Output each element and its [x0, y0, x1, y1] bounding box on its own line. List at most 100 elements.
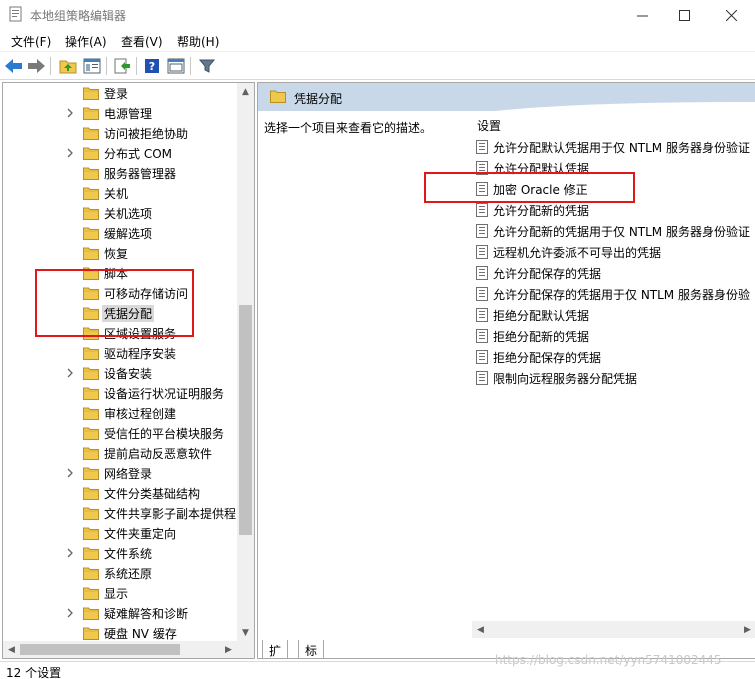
setting-item[interactable]: 限制向远程服务器分配凭据: [476, 367, 755, 388]
tree-item[interactable]: 设备安装: [3, 363, 237, 383]
tree-item-label: 缓解选项: [104, 227, 153, 241]
scrollbar-thumb[interactable]: [20, 644, 180, 655]
tree-item-label: 提前启动反恶意软件: [104, 447, 213, 461]
tree-item[interactable]: 登录: [3, 83, 237, 103]
tree-item[interactable]: 电源管理: [3, 103, 237, 123]
scrollbar-thumb[interactable]: [239, 305, 252, 535]
back-icon: [5, 59, 22, 73]
tree-item[interactable]: 文件系统: [3, 543, 237, 563]
tree-item[interactable]: 系统还原: [3, 563, 237, 583]
close-button[interactable]: [709, 0, 754, 30]
folder-icon: [83, 627, 99, 640]
policy-setting-icon: [476, 245, 488, 259]
tree-item[interactable]: 提前启动反恶意软件: [3, 443, 237, 463]
tree-item[interactable]: 文件分类基础结构: [3, 483, 237, 503]
menu-action[interactable]: 操作(A): [65, 33, 107, 50]
tree-item-label: 恢复: [104, 247, 129, 261]
back-button[interactable]: [4, 56, 24, 76]
settings-column-header[interactable]: 设置: [477, 117, 501, 134]
details-title: 凭据分配: [294, 92, 343, 106]
scroll-left-icon[interactable]: ◀: [3, 641, 20, 658]
minimize-button[interactable]: [620, 0, 665, 30]
tree-item[interactable]: 驱动程序安装: [3, 343, 237, 363]
tree-item[interactable]: 服务器管理器: [3, 163, 237, 183]
help-icon: ?: [145, 59, 159, 73]
folder-icon: [83, 387, 99, 400]
chevron-right-icon[interactable]: [65, 547, 75, 559]
tree-item[interactable]: 网络登录: [3, 463, 237, 483]
setting-item[interactable]: 允许分配保存的凭据用于仅 NTLM 服务器身份验: [476, 283, 755, 304]
show-hide-tree-button[interactable]: [82, 56, 102, 76]
setting-label: 远程机允许委派不可导出的凭据: [493, 246, 662, 260]
tree-item-label: 分布式 COM: [104, 147, 172, 161]
folder-icon: [83, 107, 99, 120]
tab-extended[interactable]: 扩展: [262, 640, 289, 675]
tree-item[interactable]: 缓解选项: [3, 223, 237, 243]
scroll-right-icon[interactable]: ▶: [220, 641, 237, 658]
scroll-up-icon[interactable]: ▲: [237, 83, 254, 100]
chevron-right-icon[interactable]: [65, 607, 75, 619]
policy-setting-icon: [476, 329, 488, 343]
tree-pane[interactable]: 登录 电源管理 访问被拒绝协助 分布式 COM 服务器管理器 关机 关机选项 缓解选项 恢复 脚本…: [2, 82, 255, 659]
maximize-button[interactable]: [662, 0, 707, 30]
setting-item[interactable]: 远程机允许委派不可导出的凭据: [476, 241, 755, 262]
settings-horizontal-scrollbar[interactable]: ◀ ▶: [472, 621, 755, 638]
scroll-down-icon[interactable]: ▼: [237, 624, 254, 641]
setting-label: 拒绝分配保存的凭据: [493, 351, 602, 365]
menu-help[interactable]: 帮助(H): [177, 33, 219, 50]
help-button[interactable]: ?: [142, 56, 162, 76]
tree-vertical-scrollbar[interactable]: ▲ ▼: [237, 83, 254, 641]
chevron-right-icon[interactable]: [65, 467, 75, 479]
tree-horizontal-scrollbar[interactable]: ◀ ▶: [3, 641, 237, 658]
tree-item-label: 关机选项: [104, 207, 153, 221]
menu-file[interactable]: 文件(F): [11, 33, 51, 50]
folder-icon: [83, 607, 99, 620]
tree-item-label: 受信任的平台模块服务: [104, 427, 225, 441]
setting-item[interactable]: 允许分配默认凭据用于仅 NTLM 服务器身份验证: [476, 136, 755, 157]
minimize-icon: [637, 15, 648, 16]
scroll-left-icon[interactable]: ◀: [472, 621, 489, 638]
setting-item[interactable]: 拒绝分配保存的凭据: [476, 346, 755, 367]
tab-standard[interactable]: 标准: [298, 640, 325, 675]
setting-item[interactable]: 允许分配新的凭据用于仅 NTLM 服务器身份验证: [476, 220, 755, 241]
export-list-icon: [114, 58, 130, 74]
tree-item-label: 网络登录: [104, 467, 153, 481]
forward-button[interactable]: [26, 56, 46, 76]
setting-item[interactable]: 允许分配保存的凭据: [476, 262, 755, 283]
up-folder-button[interactable]: [58, 56, 78, 76]
properties-button[interactable]: [166, 56, 186, 76]
tree-item[interactable]: 显示: [3, 583, 237, 603]
tree-item[interactable]: 设备运行状况证明服务: [3, 383, 237, 403]
tree-item[interactable]: 关机选项: [3, 203, 237, 223]
description-text: 选择一个项目来查看它的描述。: [264, 121, 433, 135]
menu-view[interactable]: 查看(V): [121, 33, 163, 50]
chevron-right-icon[interactable]: [65, 107, 75, 119]
policy-setting-icon: [476, 224, 488, 238]
setting-item[interactable]: 拒绝分配默认凭据: [476, 304, 755, 325]
tree-item[interactable]: 文件夹重定向: [3, 523, 237, 543]
tree-item-label: 服务器管理器: [104, 167, 177, 181]
show-hide-tree-icon: [83, 58, 101, 74]
tree-item[interactable]: 硬盘 NV 缓存: [3, 623, 237, 643]
tree-item-label: 显示: [104, 587, 129, 601]
export-list-button[interactable]: [112, 56, 132, 76]
tree-item-label: 审核过程创建: [104, 407, 177, 421]
tree-item[interactable]: 审核过程创建: [3, 403, 237, 423]
setting-item[interactable]: 拒绝分配新的凭据: [476, 325, 755, 346]
tree-item-label: 设备安装: [104, 367, 153, 381]
tree-item[interactable]: 访问被拒绝协助: [3, 123, 237, 143]
folder-icon: [83, 207, 99, 220]
chevron-right-icon[interactable]: [65, 367, 75, 379]
tree-item[interactable]: 文件共享影子副本提供程: [3, 503, 237, 523]
chevron-right-icon[interactable]: [65, 147, 75, 159]
policy-setting-icon: [476, 287, 488, 301]
toolbar: ?: [0, 52, 755, 80]
folder-icon: [83, 587, 99, 600]
tree-item[interactable]: 恢复: [3, 243, 237, 263]
tree-item[interactable]: 关机: [3, 183, 237, 203]
scroll-right-icon[interactable]: ▶: [739, 621, 755, 638]
filter-button[interactable]: [197, 56, 217, 76]
tree-item[interactable]: 疑难解答和诊断: [3, 603, 237, 623]
tree-item[interactable]: 受信任的平台模块服务: [3, 423, 237, 443]
tree-item[interactable]: 分布式 COM: [3, 143, 237, 163]
